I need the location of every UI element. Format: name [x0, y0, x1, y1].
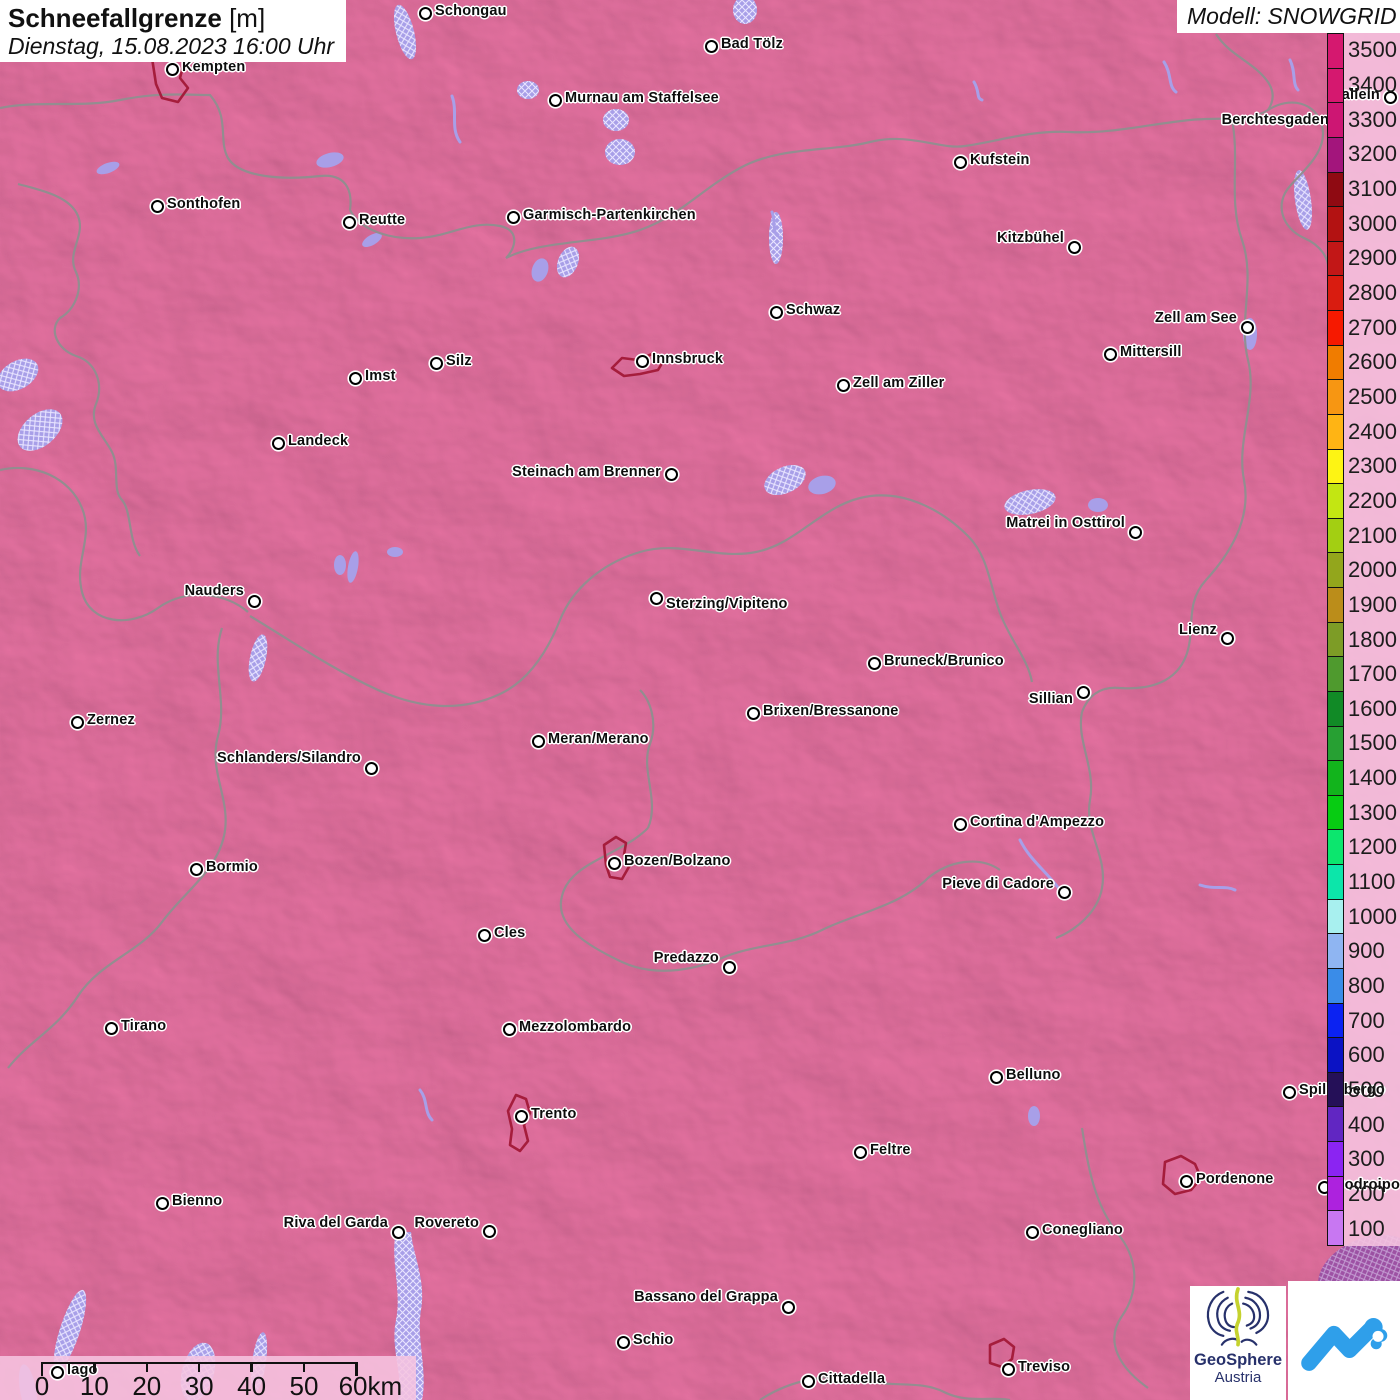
mountain-logo-icon	[1301, 1317, 1388, 1371]
colorbar-segment	[1328, 865, 1343, 900]
colorbar-segment	[1328, 1176, 1343, 1212]
colorbar-value: 2900	[1348, 245, 1397, 271]
colorbar-value: 600	[1348, 1042, 1385, 1068]
colorbar	[1327, 33, 1344, 1246]
colorbar-value: 2200	[1348, 487, 1397, 513]
scalebar-label: 40	[237, 1371, 267, 1400]
colorbar-segment	[1328, 657, 1343, 692]
colorbar-value: 1300	[1348, 799, 1397, 825]
title-unit: [m]	[221, 3, 266, 33]
colorbar-value: 800	[1348, 973, 1385, 999]
colorbar-value: 2100	[1348, 522, 1397, 548]
colorbar-value: 2000	[1348, 557, 1397, 583]
colorbar-segment	[1328, 830, 1343, 865]
colorbar-value: 1800	[1348, 626, 1397, 652]
colorbar-segment	[1328, 484, 1343, 519]
colorbar-segment	[1328, 414, 1343, 450]
colorbar-segment	[1328, 449, 1343, 485]
colorbar-segment	[1328, 241, 1343, 277]
colorbar-value: 500	[1348, 1077, 1385, 1103]
city-dot	[1282, 1085, 1296, 1099]
colorbar-value: 2300	[1348, 453, 1397, 479]
weather-map-screenshot: Schongau Bad Tölz Kempten Murnau am Staffel…	[0, 0, 1400, 1400]
colorbar-segment	[1328, 795, 1343, 831]
colorbar-segment	[1328, 34, 1343, 69]
colorbar-value: 200	[1348, 1181, 1385, 1206]
geosphere-logo-subtext: Austria	[1214, 1369, 1262, 1386]
colorbar-segment	[1328, 1107, 1343, 1142]
colorbar-segment	[1328, 761, 1343, 796]
colorbar-value: 900	[1348, 938, 1385, 964]
scalebar-label: 20	[132, 1371, 162, 1400]
colorbar-value: 3400	[1348, 71, 1397, 97]
colorbar-value: 3000	[1348, 210, 1397, 236]
colorbar-segment	[1328, 899, 1343, 935]
geosphere-logo-icon	[1206, 1287, 1270, 1347]
colorbar-segment	[1328, 207, 1343, 242]
colorbar-value: 700	[1348, 1007, 1385, 1033]
colorbar-segment	[1328, 68, 1343, 104]
colorbar-segment	[1328, 934, 1343, 969]
colorbar-segment	[1328, 380, 1343, 415]
colorbar-segment	[1328, 553, 1343, 588]
scalebar-label: 60km	[338, 1371, 403, 1400]
colorbar-segment	[1328, 1072, 1343, 1108]
colorbar-segment	[1328, 137, 1343, 173]
timestamp: Dienstag, 15.08.2023 16:00 Uhr	[8, 33, 335, 59]
scalebar-label: 50	[289, 1371, 319, 1400]
colorbar-segment	[1328, 968, 1343, 1004]
colorbar-segment	[1328, 276, 1343, 311]
colorbar-segment	[1328, 1038, 1343, 1073]
colorbar-value: 2600	[1348, 349, 1397, 375]
colorbar-value: 2800	[1348, 279, 1397, 305]
colorbar-segment	[1328, 518, 1343, 554]
colorbar-segment	[1328, 1142, 1343, 1177]
colorbar-value: 3300	[1348, 106, 1397, 132]
colorbar-value: 1600	[1348, 695, 1397, 721]
geosphere-logo-text: GeoSphere	[1193, 1351, 1283, 1369]
colorbar-value: 2400	[1348, 418, 1397, 444]
colorbar-segment	[1328, 172, 1343, 208]
scalebar-label: 30	[184, 1371, 214, 1400]
colorbar-value: 400	[1348, 1111, 1385, 1137]
colorbar-value: 3100	[1348, 175, 1397, 201]
colorbar-value: 2700	[1348, 314, 1397, 340]
geosphere-logo-box: GeoSphere Austria	[1190, 1286, 1286, 1400]
colorbar-segment	[1328, 345, 1343, 381]
colorbar-value: 1400	[1348, 765, 1397, 791]
model-label: Modell: SNOWGRID	[1177, 0, 1400, 33]
colorbar-segment	[1328, 1211, 1343, 1245]
colorbar-value: 1700	[1348, 661, 1397, 687]
colorbar-segment	[1328, 691, 1343, 727]
colorbar-value: 1900	[1348, 591, 1397, 617]
city-dot	[50, 1365, 64, 1379]
scalebar-label: 10	[79, 1371, 109, 1400]
colorbar-value: 300	[1348, 1146, 1385, 1172]
colorbar-value: 2500	[1348, 383, 1397, 409]
colorbar-value: 3500	[1348, 37, 1397, 63]
colorbar-value: 1100	[1348, 869, 1396, 895]
colorbar-value: 3200	[1348, 141, 1397, 167]
colorbar-segment	[1328, 103, 1343, 138]
scalebar-label: 0	[34, 1371, 50, 1400]
colorbar-segment	[1328, 622, 1343, 658]
colorbar-value: 1000	[1348, 903, 1397, 929]
title-text: Schneefallgrenze	[8, 3, 222, 33]
colorbar-segment	[1328, 726, 1343, 762]
colorbar-value: 1500	[1348, 730, 1397, 756]
partner-logo-box	[1288, 1281, 1400, 1400]
page-title: Schneefallgrenze [m]	[8, 3, 338, 33]
colorbar-segment	[1328, 1003, 1343, 1039]
colorbar-value: 100	[1348, 1215, 1385, 1241]
colorbar-value: 1200	[1348, 834, 1397, 860]
panel-overlap-label-layer: HalleinSpilimbergoCodroipolago	[0, 0, 1400, 1400]
colorbar-segment	[1328, 311, 1343, 346]
title-box: Schneefallgrenze [m] Dienstag, 15.08.202…	[0, 0, 346, 62]
colorbar-segment	[1328, 588, 1343, 623]
